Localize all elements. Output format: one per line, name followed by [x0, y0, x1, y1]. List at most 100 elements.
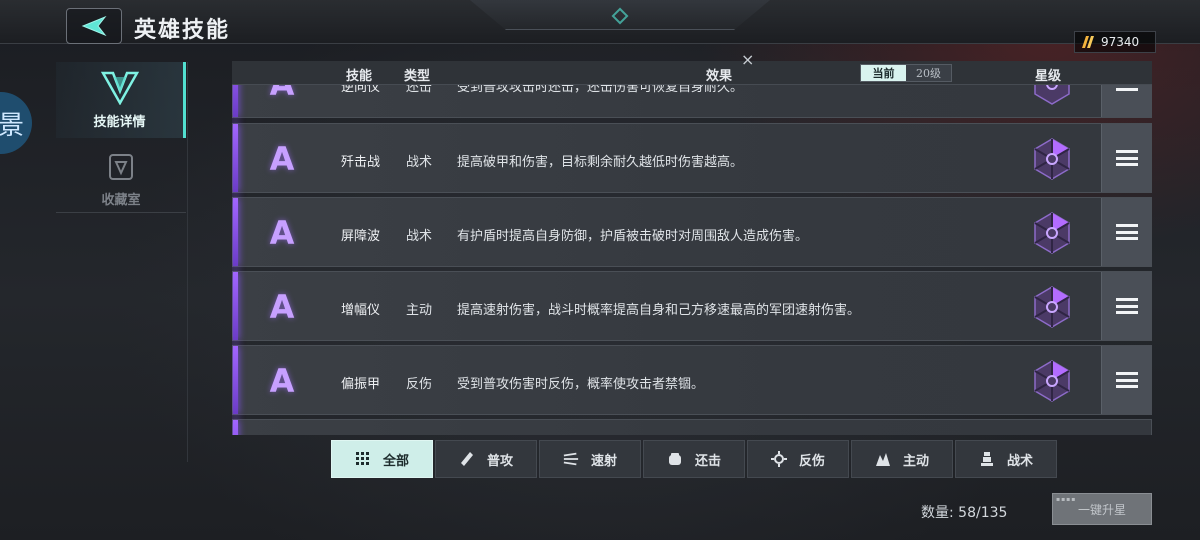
close-button[interactable]: × — [741, 50, 754, 69]
fist-icon — [667, 451, 683, 467]
tab-label: 反伤 — [798, 453, 825, 469]
currency-value: 97340 — [1101, 35, 1140, 49]
skill-row[interactable] — [232, 419, 1152, 435]
header-effect: 效果 — [706, 69, 733, 84]
left-edge-bubble[interactable]: 景 — [0, 92, 32, 154]
grade-letter: A — [269, 214, 295, 252]
shield-emblem-icon — [109, 153, 133, 180]
grade-letter: A — [269, 288, 295, 326]
grade-letter: A — [267, 85, 297, 103]
tab-label: 普攻 — [486, 453, 513, 469]
gear-burst-icon — [770, 451, 787, 467]
list-icon — [1115, 224, 1138, 240]
sidebar-item-skill-details[interactable]: 技能详情 — [56, 62, 186, 138]
tab-all[interactable]: 全部 — [331, 440, 433, 478]
tab-label: 还击 — [694, 453, 721, 469]
tower-icon — [979, 451, 995, 467]
skill-type: 主动 — [406, 303, 433, 318]
back-button[interactable] — [66, 8, 122, 44]
skill-effect: 提高破甲和伤害，目标剩余耐久越低时伤害越高。 — [457, 155, 744, 170]
skill-effect: 受到普攻攻击时还击，还击伤害可恢复自身耐久。 — [457, 85, 744, 95]
star-level-icon[interactable] — [1029, 358, 1075, 404]
skill-row[interactable]: A 增幅仪 主动 提高速射伤害，战斗时概率提高自身和己方移速最高的军团速射伤害。 — [232, 271, 1152, 341]
skill-type: 战术 — [406, 229, 433, 244]
skill-row[interactable]: A 偏振甲 反伤 受到普攻伤害时反伤，概率使攻击者禁锢。 — [232, 345, 1152, 415]
skill-type: 还击 — [406, 85, 433, 95]
v-emblem-icon — [100, 71, 139, 105]
sidebar-divider-line — [187, 62, 188, 462]
skill-effect: 提高速射伤害，战斗时概率提高自身和己方移速最高的军团速射伤害。 — [457, 303, 861, 318]
grade-letter: A — [269, 140, 295, 178]
rapid-fire-icon — [563, 451, 579, 467]
level-toggle[interactable]: 当前 20级 — [860, 64, 952, 82]
rarity-bar — [233, 198, 238, 266]
header-skill: 技能 — [346, 69, 373, 84]
row-menu-button[interactable] — [1101, 85, 1151, 117]
skill-effect: 受到普攻伤害时反伤，概率使攻击者禁锢。 — [457, 377, 705, 392]
list-header: 技能 类型 效果 星级 — [232, 61, 1152, 85]
tab-label: 全部 — [382, 453, 409, 469]
tab-label: 速射 — [590, 453, 617, 469]
bullet-icon — [459, 451, 475, 467]
page-title: 英雄技能 — [134, 17, 231, 43]
skill-type: 反伤 — [406, 377, 433, 392]
tab-rapid-fire[interactable]: 速射 — [539, 440, 641, 478]
skill-name: 歼击战 — [341, 155, 381, 170]
star-level-icon[interactable] — [1029, 284, 1075, 330]
header-type: 类型 — [404, 69, 431, 84]
back-arrow-icon — [81, 15, 107, 37]
list-icon — [1115, 150, 1138, 166]
skill-name: 偏振甲 — [341, 377, 381, 392]
toggle-current[interactable]: 当前 — [861, 65, 906, 81]
gold-crystal-icon — [1082, 36, 1094, 48]
grade-letter: A — [269, 362, 295, 400]
rarity-bar — [233, 346, 238, 414]
currency-display: 97340 — [1074, 31, 1156, 53]
toggle-level-20[interactable]: 20级 — [906, 65, 951, 81]
skill-row[interactable]: A 屏障波 战术 有护盾时提高自身防御，护盾被击破时对周围敌人造成伤害。 — [232, 197, 1152, 267]
star-level-icon[interactable] — [1029, 210, 1075, 256]
tab-normal-attack[interactable]: 普攻 — [435, 440, 537, 478]
sidebar-item-collection[interactable]: 收藏室 — [56, 142, 186, 218]
sidebar-item-label: 技能详情 — [93, 114, 146, 130]
rarity-bar — [233, 420, 238, 435]
star-level-icon[interactable] — [1029, 85, 1075, 107]
skill-type: 战术 — [406, 155, 433, 170]
sidebar-divider — [56, 212, 186, 213]
decor-dots: ▪▪▪▪ — [1056, 496, 1077, 503]
skill-effect: 有护盾时提高自身防御，护盾被击破时对周围敌人造成伤害。 — [457, 229, 809, 244]
sidebar: 技能详情 收藏室 — [56, 62, 188, 222]
row-menu-button[interactable] — [1101, 198, 1151, 266]
skill-list[interactable]: A 逆向仪 还击 受到普攻攻击时还击，还击伤害可恢复自身耐久。 A 歼击战 战术… — [232, 85, 1152, 435]
skill-count: 数量: 58/135 — [921, 505, 1008, 521]
one-click-upgrade-button[interactable]: ▪▪▪▪ 一键升星 — [1052, 493, 1152, 525]
list-icon — [1115, 372, 1138, 388]
filter-tabs: 全部 普攻 速射 还击 反伤 主动 战术 — [331, 440, 1057, 478]
tab-active[interactable]: 主动 — [851, 440, 953, 478]
row-menu-button[interactable] — [1101, 124, 1151, 192]
star-level-icon[interactable] — [1029, 136, 1075, 182]
tab-label: 战术 — [1006, 453, 1033, 469]
list-icon — [1115, 298, 1138, 314]
header-star: 星级 — [1035, 69, 1062, 84]
rarity-bar — [233, 124, 238, 192]
tab-label: 主动 — [902, 453, 929, 469]
row-menu-button[interactable] — [1101, 346, 1151, 414]
upgrade-label: 一键升星 — [1077, 502, 1126, 517]
sidebar-item-label: 收藏室 — [101, 192, 141, 208]
rarity-bar — [233, 272, 238, 340]
list-icon — [1115, 85, 1138, 91]
skill-name: 屏障波 — [341, 229, 381, 244]
grid-icon — [355, 451, 371, 467]
skill-row[interactable]: A 逆向仪 还击 受到普攻攻击时还击，还击伤害可恢复自身耐久。 — [232, 85, 1152, 118]
skill-row[interactable]: A 歼击战 战术 提高破甲和伤害，目标剩余耐久越低时伤害越高。 — [232, 123, 1152, 193]
tab-reflect[interactable]: 反伤 — [747, 440, 849, 478]
skill-name: 增幅仪 — [341, 303, 381, 318]
active-flame-icon — [875, 451, 891, 467]
left-edge-char: 景 — [0, 110, 24, 141]
rarity-bar — [233, 85, 238, 117]
tab-counterattack[interactable]: 还击 — [643, 440, 745, 478]
tab-tactics[interactable]: 战术 — [955, 440, 1057, 478]
row-menu-button[interactable] — [1101, 272, 1151, 340]
skill-name: 逆向仪 — [341, 85, 381, 95]
